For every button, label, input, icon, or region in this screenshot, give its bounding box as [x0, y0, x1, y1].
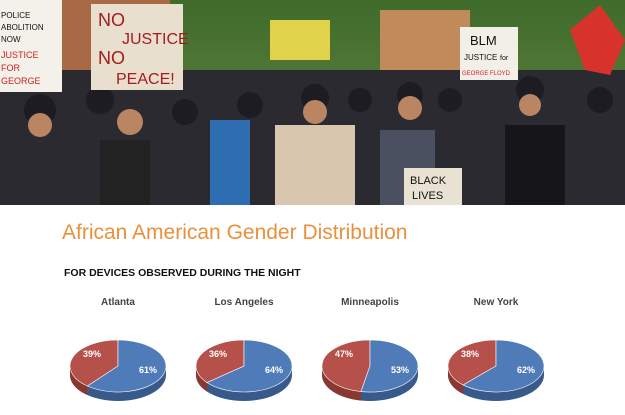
pie-new-york: 38% 62%: [447, 339, 545, 401]
pie-atlanta: 39% 61%: [69, 339, 167, 401]
pie-los-angeles: 36% 64%: [195, 339, 293, 401]
pie-label-a: 36%: [209, 349, 227, 359]
pie-label-b: 64%: [265, 365, 283, 375]
pie-minneapolis: 47% 53%: [321, 339, 419, 401]
pie-label-b: 62%: [517, 365, 535, 375]
pie-label-a: 47%: [335, 349, 353, 359]
pie-label-a: 38%: [461, 349, 479, 359]
pie-charts: 39% 61% 36% 64% 47% 53% 38% 62%: [69, 339, 545, 401]
pie-label-b: 53%: [391, 365, 409, 375]
pie-label-b: 61%: [139, 365, 157, 375]
pie-label-a: 39%: [83, 349, 101, 359]
